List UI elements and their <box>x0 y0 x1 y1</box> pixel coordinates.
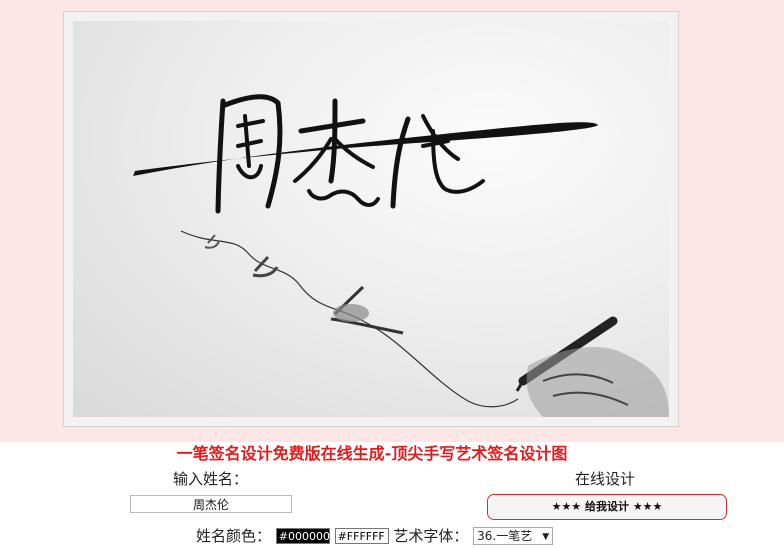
online-design-label: 在线设计 <box>575 470 636 488</box>
name-color-label: 姓名颜色： <box>196 527 272 545</box>
font-selected-value: 36.一笔艺 <box>477 528 533 543</box>
font-select[interactable]: 36.一笔艺 ▼ <box>473 526 554 545</box>
color-font-row: 姓名颜色： #000000 #FFFFFF 艺术字体： 36.一笔艺 ▼ <box>196 525 554 547</box>
font-label: 艺术字体： <box>393 527 469 545</box>
headline-text: 一笔签名设计免费版在线生成-顶尖手写艺术签名设计图 <box>176 444 568 463</box>
name-color-picker[interactable]: #000000 <box>275 527 330 544</box>
background-color-picker[interactable]: #FFFFFF <box>334 527 389 544</box>
chevron-down-icon: ▼ <box>542 531 550 542</box>
signature-preview-frame <box>63 11 679 427</box>
signature-artwork <box>133 94 669 417</box>
design-button[interactable]: ★★★ 给我设计 ★★★ <box>487 494 727 520</box>
name-input[interactable] <box>130 495 292 513</box>
page-headline: 一笔签名设计免费版在线生成-顶尖手写艺术签名设计图 <box>0 444 784 464</box>
signature-preview-image <box>73 21 669 417</box>
name-input-label: 输入姓名： <box>173 470 249 488</box>
